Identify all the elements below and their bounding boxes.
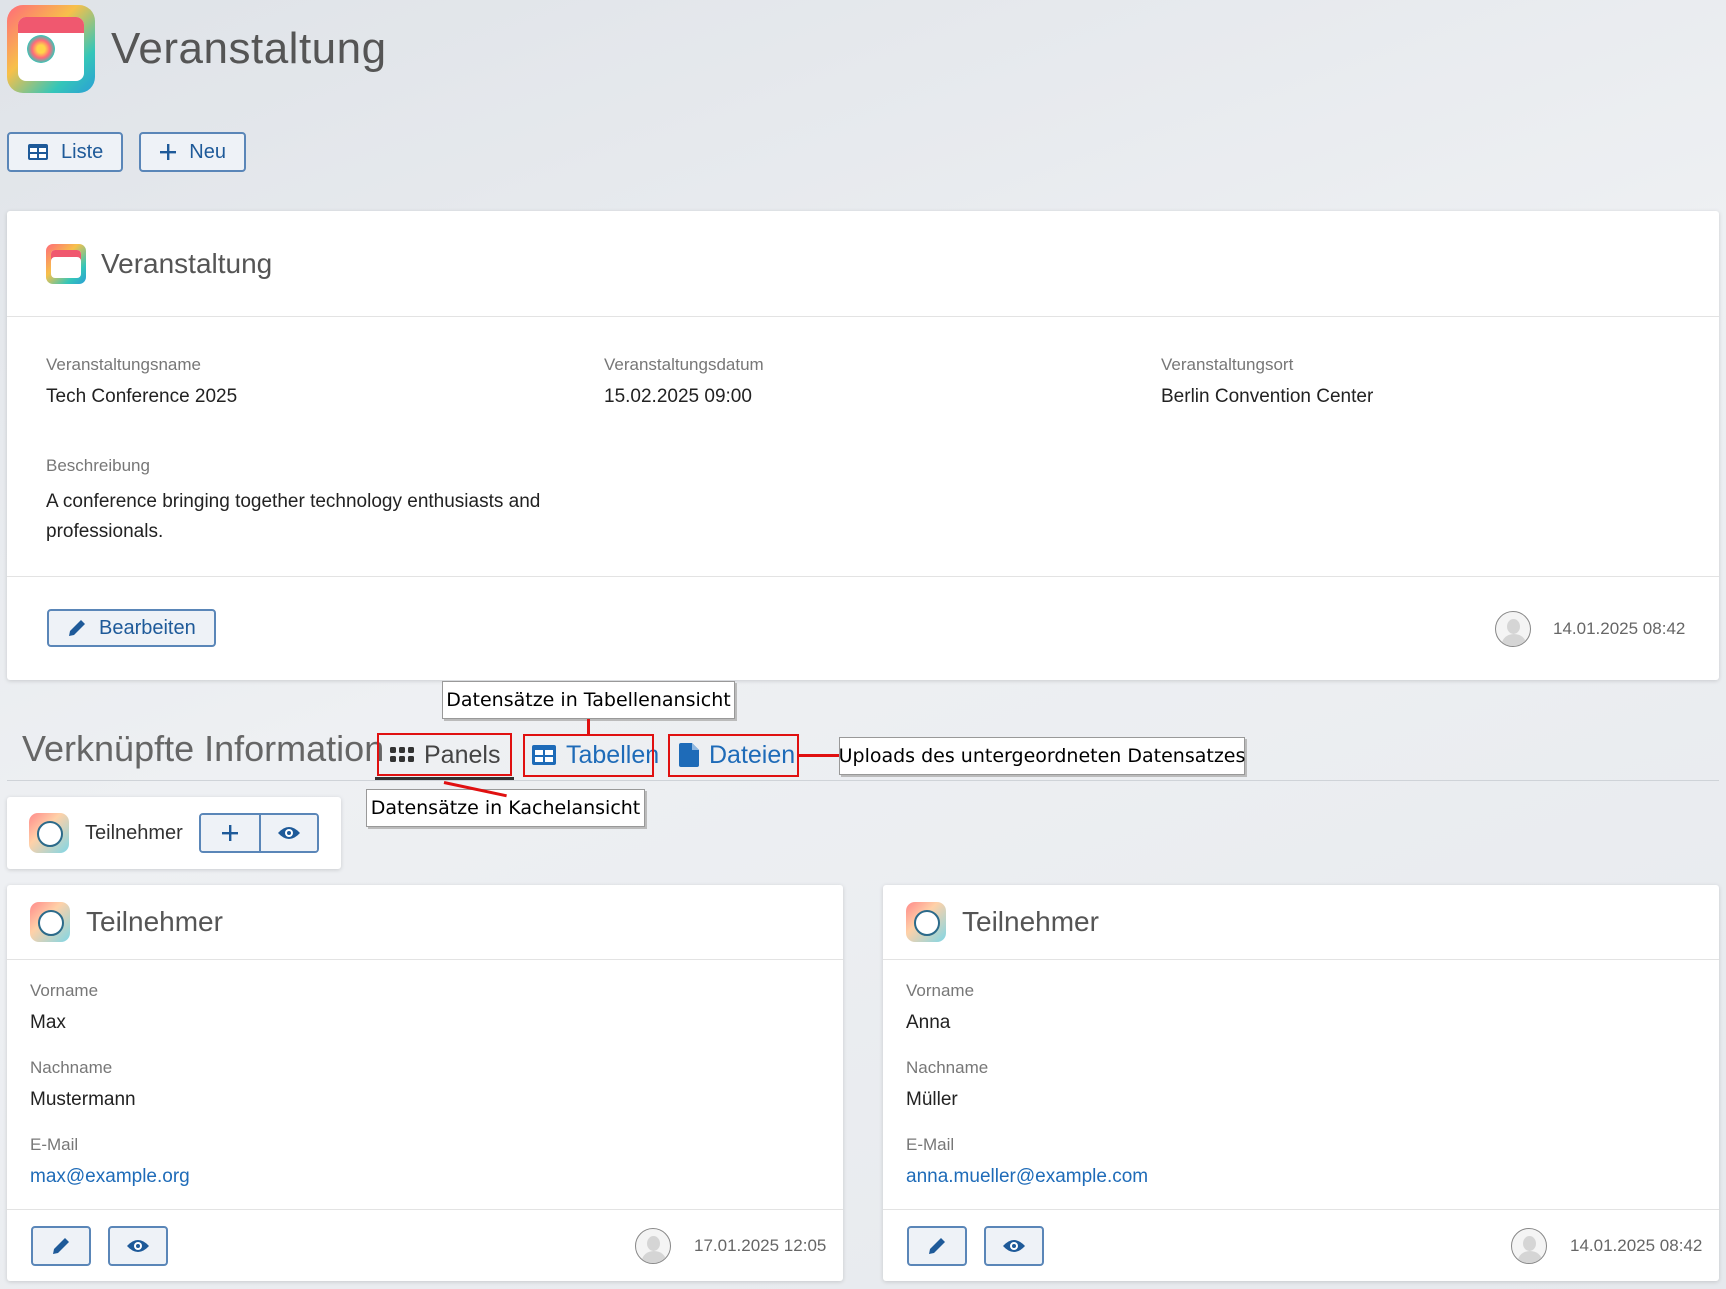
participant-card-footer: 17.01.2025 12:05	[7, 1209, 843, 1281]
participant-card-footer: 14.01.2025 08:42	[883, 1209, 1719, 1281]
participant-icon	[29, 813, 69, 853]
email-label: E-Mail	[906, 1135, 955, 1154]
participant-card-header: Teilnehmer	[883, 885, 1719, 960]
participant-card-title: Teilnehmer	[962, 906, 1099, 937]
date-label: Veranstaltungsdatum	[604, 355, 764, 374]
plus-icon	[221, 825, 238, 841]
pencil-icon	[53, 1238, 69, 1254]
record-card-header: Veranstaltung	[7, 211, 1719, 317]
annotation-box-files	[668, 734, 799, 777]
participant-card-title: Teilnehmer	[86, 906, 223, 937]
annotation-box-tables	[523, 734, 654, 777]
view-participant-button[interactable]	[108, 1226, 168, 1266]
eye-icon	[277, 827, 300, 839]
record-card: Veranstaltung Veranstaltungsname Tech Co…	[7, 211, 1719, 680]
pencil-icon	[929, 1238, 945, 1254]
view-participant-button[interactable]	[984, 1226, 1044, 1266]
new-button[interactable]: Neu	[139, 132, 246, 172]
name-label: Veranstaltungsname	[46, 355, 201, 374]
last-name-value: Müller	[906, 1089, 958, 1110]
annotation-box-panels	[377, 733, 512, 776]
participant-icon	[30, 902, 70, 942]
toolbar: Liste Neu	[7, 132, 246, 172]
record-timestamp: 14.01.2025 08:42	[1553, 619, 1686, 638]
first-name-value: Anna	[906, 1012, 951, 1033]
edit-participant-button[interactable]	[31, 1226, 91, 1266]
active-tab-indicator	[375, 777, 514, 780]
participant-card: Teilnehmer Vorname Anna Nachname Müller …	[883, 885, 1719, 1281]
record-card-footer: Bearbeiten 14.01.2025 08:42	[7, 576, 1719, 680]
callout-tables-connector	[587, 719, 590, 734]
child-relation-label: Teilnehmer	[85, 821, 183, 844]
participant-card-header: Teilnehmer	[7, 885, 843, 960]
email-link[interactable]: anna.mueller@example.com	[906, 1166, 1148, 1188]
list-button[interactable]: Liste	[7, 132, 124, 172]
event-icon	[46, 243, 86, 284]
participant-card: Teilnehmer Vorname Max Nachname Musterma…	[7, 885, 843, 1281]
first-name-label: Vorname	[30, 981, 99, 1000]
pencil-icon	[69, 620, 85, 636]
edit-participant-button[interactable]	[907, 1226, 967, 1266]
description-value: A conference bringing together technolog…	[46, 491, 541, 542]
callout-files-connector	[799, 754, 839, 757]
description-label: Beschreibung	[46, 456, 150, 475]
last-name-label: Nachname	[906, 1058, 989, 1077]
edit-button-label: Bearbeiten	[99, 616, 196, 639]
related-section-title: Verknüpfte Information	[22, 728, 385, 769]
app-header: Veranstaltung	[7, 5, 387, 93]
avatar	[1511, 1228, 1547, 1264]
table-icon	[28, 144, 48, 160]
edit-button[interactable]: Bearbeiten	[47, 609, 216, 647]
eye-icon	[127, 1240, 149, 1252]
place-label: Veranstaltungsort	[1161, 355, 1294, 374]
last-name-value: Mustermann	[30, 1089, 136, 1110]
name-value: Tech Conference 2025	[46, 386, 238, 407]
email-link[interactable]: max@example.org	[30, 1166, 190, 1188]
last-name-label: Nachname	[30, 1058, 113, 1077]
callout-files: Uploads des untergeordneten Datensatzes	[839, 737, 1245, 775]
email-label: E-Mail	[30, 1135, 79, 1154]
eye-icon	[1003, 1240, 1025, 1252]
add-participant-button[interactable]	[200, 815, 259, 851]
plus-icon	[160, 144, 177, 160]
child-actions	[198, 813, 319, 853]
avatar	[635, 1228, 671, 1264]
date-value: 15.02.2025 09:00	[604, 386, 752, 407]
new-button-label: Neu	[189, 140, 226, 163]
view-participants-button[interactable]	[258, 815, 317, 851]
participant-icon	[906, 902, 946, 942]
callout-tables: Datensätze in Tabellenansicht	[442, 681, 735, 719]
first-name-value: Max	[30, 1012, 66, 1033]
section-divider	[7, 780, 1719, 781]
child-relation-card: Teilnehmer	[7, 797, 341, 869]
record-card-title: Veranstaltung	[101, 247, 273, 279]
place-value: Berlin Convention Center	[1161, 386, 1374, 407]
app-title: Veranstaltung	[111, 24, 387, 73]
app-logo-icon	[7, 5, 95, 93]
participant-timestamp: 14.01.2025 08:42	[1570, 1236, 1703, 1255]
first-name-label: Vorname	[906, 981, 975, 1000]
participant-timestamp: 17.01.2025 12:05	[694, 1236, 827, 1255]
avatar	[1495, 611, 1531, 647]
list-button-label: Liste	[61, 140, 104, 163]
